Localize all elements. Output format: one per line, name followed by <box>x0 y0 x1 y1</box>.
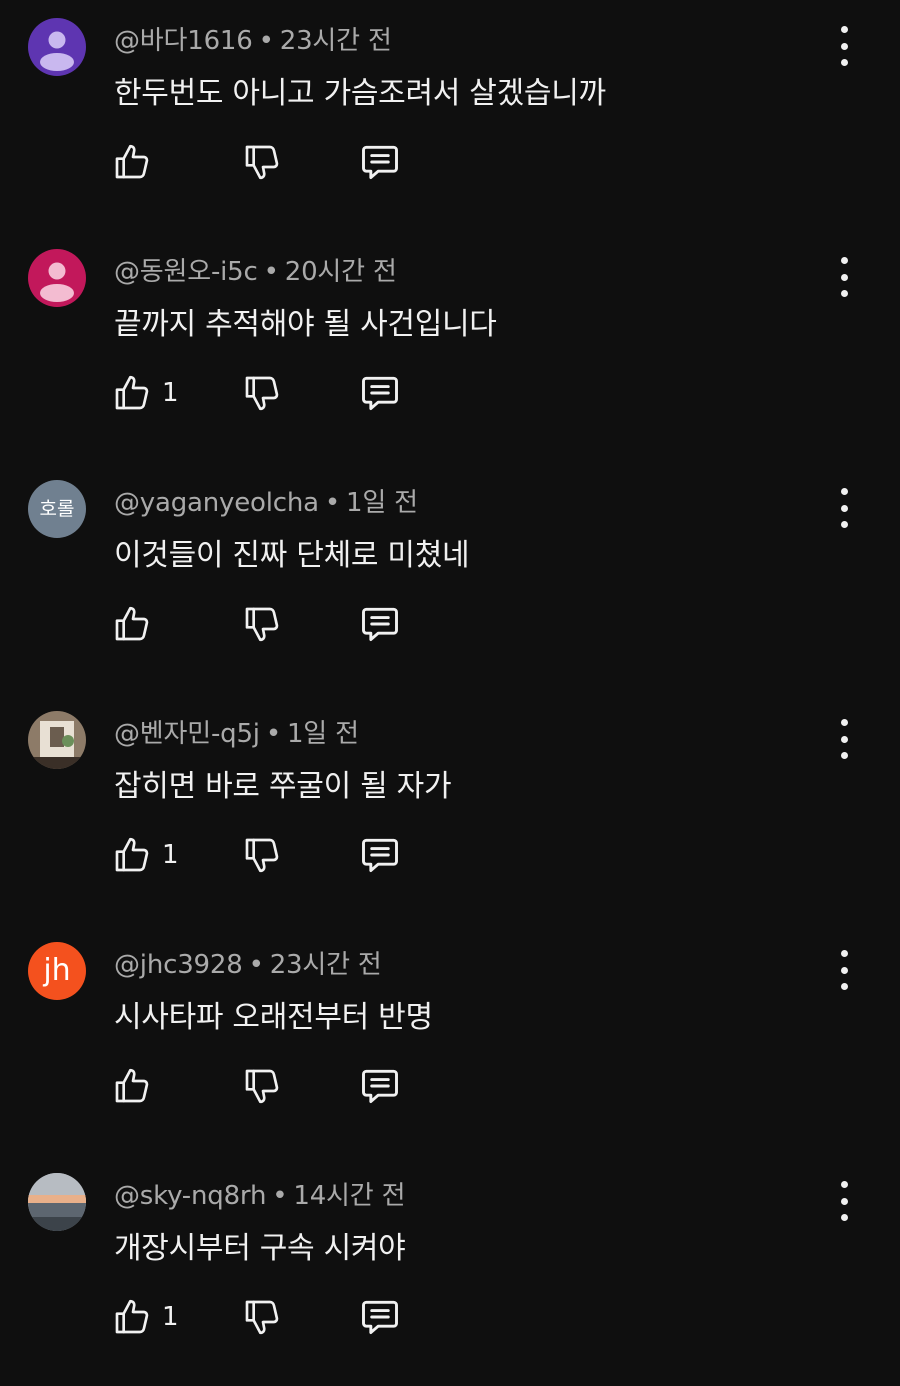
author-handle[interactable]: @jhc3928 <box>114 950 243 980</box>
like-button[interactable]: 1 <box>112 371 179 415</box>
reply-icon <box>362 838 398 873</box>
comment-item: jh @jhc3928 • 23시간 전 시사타파 오래전부터 반명 <box>0 924 900 1155</box>
reply-icon <box>362 145 398 180</box>
meta-separator: • <box>324 488 340 518</box>
avatar[interactable]: 호롤 <box>28 480 86 538</box>
comment-timestamp[interactable]: 23시간 전 <box>270 950 382 980</box>
thumbs-up-icon <box>115 1068 149 1103</box>
thumbs-down-icon <box>245 145 279 180</box>
comment-actions <box>112 602 432 646</box>
comment-item: @sky-nq8rh • 14시간 전 개장시부터 구속 시켜야 1 <box>0 1155 900 1386</box>
like-button[interactable] <box>112 1064 162 1108</box>
comment-actions: 1 <box>112 833 432 877</box>
comment-timestamp[interactable]: 1일 전 <box>287 719 359 749</box>
dislike-button[interactable] <box>242 1295 282 1339</box>
comment-actions <box>112 1064 432 1108</box>
meta-separator: • <box>272 1181 288 1211</box>
more-vert-icon[interactable] <box>826 1181 862 1221</box>
comment-text: 이것들이 진짜 단체로 미쳤네 <box>114 538 470 573</box>
reply-button[interactable] <box>358 1064 402 1108</box>
like-count: 1 <box>162 1302 179 1332</box>
thumbs-up-icon <box>115 606 149 641</box>
comment-text: 끝까지 추적해야 될 사건입니다 <box>114 307 497 342</box>
avatar[interactable] <box>28 18 86 76</box>
comment-meta: @벤자민-q5j • 1일 전 <box>114 713 359 750</box>
comment-meta: @jhc3928 • 23시간 전 <box>114 944 382 981</box>
thumbs-down-icon <box>245 1300 279 1335</box>
more-vert-icon[interactable] <box>826 950 862 990</box>
thumbs-up-icon <box>115 1299 149 1334</box>
comment-timestamp[interactable]: 23시간 전 <box>280 26 392 56</box>
like-button[interactable] <box>112 140 162 184</box>
thumbs-down-icon <box>245 376 279 411</box>
comment-timestamp[interactable]: 14시간 전 <box>293 1181 405 1211</box>
like-button[interactable]: 1 <box>112 833 179 877</box>
reply-icon <box>362 1069 398 1104</box>
comment-text: 한두번도 아니고 가슴조려서 살겠습니까 <box>114 76 606 111</box>
dislike-button[interactable] <box>242 140 282 184</box>
meta-separator: • <box>265 719 281 749</box>
comment-text: 잡히면 바로 쭈굴이 될 자가 <box>114 769 452 804</box>
author-handle[interactable]: @yaganyeolcha <box>114 488 319 518</box>
reply-icon <box>362 1300 398 1335</box>
comment-item: @동원오-i5c • 20시간 전 끝까지 추적해야 될 사건입니다 1 <box>0 231 900 462</box>
dislike-button[interactable] <box>242 371 282 415</box>
comment-meta: @동원오-i5c • 20시간 전 <box>114 251 397 288</box>
avatar[interactable] <box>28 249 86 307</box>
comment-meta: @yaganyeolcha • 1일 전 <box>114 482 418 519</box>
dislike-button[interactable] <box>242 602 282 646</box>
comment-text: 개장시부터 구속 시켜야 <box>114 1231 406 1266</box>
comment-meta: @sky-nq8rh • 14시간 전 <box>114 1175 405 1212</box>
avatar[interactable]: jh <box>28 942 86 1000</box>
meta-separator: • <box>258 26 274 56</box>
comment-text: 시사타파 오래전부터 반명 <box>114 1000 433 1035</box>
dislike-button[interactable] <box>242 833 282 877</box>
comment-actions <box>112 140 432 184</box>
comment-list: @바다1616 • 23시간 전 한두번도 아니고 가슴조려서 살겠습니까 @동… <box>0 0 900 1365</box>
comment-meta: @바다1616 • 23시간 전 <box>114 20 392 57</box>
more-vert-icon[interactable] <box>826 257 862 297</box>
meta-separator: • <box>248 950 264 980</box>
reply-button[interactable] <box>358 833 402 877</box>
more-vert-icon[interactable] <box>826 488 862 528</box>
thumbs-up-icon <box>115 837 149 872</box>
dislike-button[interactable] <box>242 1064 282 1108</box>
reply-button[interactable] <box>358 140 402 184</box>
reply-button[interactable] <box>358 602 402 646</box>
comment-timestamp[interactable]: 20시간 전 <box>285 257 397 287</box>
reply-icon <box>362 376 398 411</box>
like-count: 1 <box>162 378 179 408</box>
avatar[interactable] <box>28 711 86 769</box>
thumbs-down-icon <box>245 607 279 642</box>
comment-item: @바다1616 • 23시간 전 한두번도 아니고 가슴조려서 살겠습니까 <box>0 0 900 231</box>
reply-icon <box>362 607 398 642</box>
like-button[interactable] <box>112 602 162 646</box>
reply-button[interactable] <box>358 371 402 415</box>
avatar-initials: jh <box>43 953 71 988</box>
like-count: 1 <box>162 840 179 870</box>
author-handle[interactable]: @sky-nq8rh <box>114 1181 266 1211</box>
comment-timestamp[interactable]: 1일 전 <box>346 488 418 518</box>
comment-actions: 1 <box>112 1295 432 1339</box>
comment-item: 호롤 @yaganyeolcha • 1일 전 이것들이 진짜 단체로 미쳤네 <box>0 462 900 693</box>
author-handle[interactable]: @동원오-i5c <box>114 257 258 287</box>
avatar[interactable] <box>28 1173 86 1231</box>
comment-actions: 1 <box>112 371 432 415</box>
more-vert-icon[interactable] <box>826 719 862 759</box>
comment-item: @벤자민-q5j • 1일 전 잡히면 바로 쭈굴이 될 자가 1 <box>0 693 900 924</box>
meta-separator: • <box>263 257 279 287</box>
more-vert-icon[interactable] <box>826 26 862 66</box>
thumbs-up-icon <box>115 144 149 179</box>
reply-button[interactable] <box>358 1295 402 1339</box>
author-handle[interactable]: @바다1616 <box>114 26 253 56</box>
thumbs-down-icon <box>245 838 279 873</box>
thumbs-down-icon <box>245 1069 279 1104</box>
thumbs-up-icon <box>115 375 149 410</box>
author-handle[interactable]: @벤자민-q5j <box>114 719 260 749</box>
avatar-initials: 호롤 <box>39 497 75 520</box>
like-button[interactable]: 1 <box>112 1295 179 1339</box>
